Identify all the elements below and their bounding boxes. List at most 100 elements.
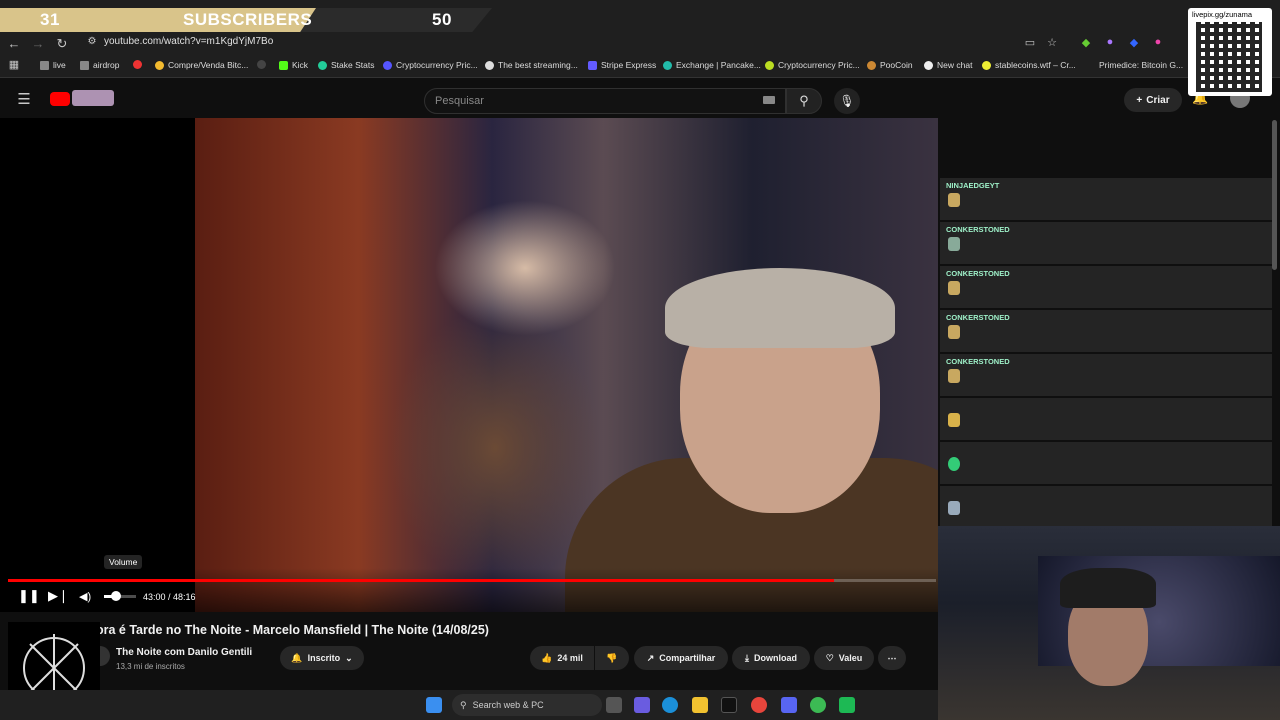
bookmark-item[interactable]: stablecoins.wtf – Cr...: [982, 60, 1076, 70]
chat-username: CONKERSTONED: [946, 313, 1010, 322]
bookmark-item[interactable]: Stake Stats: [318, 60, 374, 70]
chat-username: CONKERSTONED: [946, 225, 1010, 234]
extension-icon[interactable]: ◆: [1078, 36, 1094, 49]
reload-icon[interactable]: ↻: [54, 36, 70, 52]
create-label: Criar: [1146, 94, 1170, 106]
browser-toolbar: ← → ↻ ⚙ youtube.com/watch?v=m1KgdYjM7Bo …: [0, 32, 1280, 54]
search-icon: ⚲: [460, 699, 467, 710]
thanks-button[interactable]: ♡ Valeu: [814, 646, 874, 670]
create-button[interactable]: + Criar: [1124, 88, 1182, 112]
bookmark-item[interactable]: Stripe Express: [588, 60, 656, 70]
forward-icon[interactable]: →: [30, 36, 46, 51]
qr-label: livepix.gg/zunama: [1192, 10, 1253, 19]
menu-icon[interactable]: ☰: [16, 90, 32, 108]
edge-icon[interactable]: [662, 697, 678, 713]
subscribed-label: Inscrito: [307, 653, 341, 663]
extension-icon[interactable]: ●: [1150, 36, 1166, 48]
video-player[interactable]: ❚❚ ▶❘ ◀) 43:00 / 48:16 Volume: [0, 118, 938, 612]
bookmark-item[interactable]: New chat: [924, 60, 972, 70]
time-display: 43:00 / 48:16: [143, 592, 196, 602]
channel-name[interactable]: The Noite com Danilo Gentili: [116, 647, 252, 658]
emote-icon: [948, 501, 960, 515]
youtube-logo-icon[interactable]: [50, 92, 70, 106]
qr-code-icon: [1196, 22, 1262, 92]
chat-message: [940, 398, 1272, 440]
file-explorer-icon[interactable]: [692, 697, 708, 713]
more-actions-button[interactable]: ⋯: [878, 646, 906, 670]
subscribed-button[interactable]: 🔔 Inscrito ⌄: [280, 646, 364, 670]
player-controls: [0, 568, 938, 612]
discord-icon[interactable]: [781, 697, 797, 713]
download-icon: ⤓: [745, 652, 749, 663]
taskbar-search[interactable]: ⚲ Search web & PC: [452, 694, 602, 716]
volume-handle[interactable]: [111, 591, 121, 601]
chat-message: [940, 486, 1272, 528]
search-placeholder: Pesquisar: [435, 95, 484, 107]
next-icon[interactable]: ▶❘: [48, 588, 69, 604]
taskbar: ⚲ Search web & PC: [0, 690, 938, 720]
chevron-down-icon: ⌄: [345, 652, 353, 663]
app-icon[interactable]: [839, 697, 855, 713]
extension-icon[interactable]: ●: [1102, 36, 1118, 48]
progress-bar[interactable]: [8, 579, 936, 582]
search-button[interactable]: ⚲: [786, 88, 822, 114]
heart-icon: ♡: [825, 652, 834, 663]
search-input[interactable]: Pesquisar: [424, 88, 786, 114]
bookmark-item[interactable]: Exchange | Pancake...: [663, 60, 761, 70]
thanks-label: Valeu: [838, 653, 863, 663]
chat-username: NINJAEDGEYT: [946, 181, 1000, 190]
emote-icon: [948, 281, 960, 295]
emote-icon: [948, 237, 960, 251]
chat-message: NINJAEDGEYT: [940, 178, 1272, 220]
chat-message: CONKERSTONED: [940, 266, 1272, 308]
doodle-icon[interactable]: [72, 90, 114, 106]
bookmark-item[interactable]: Cryptocurrency Pric...: [383, 60, 478, 70]
volume-icon[interactable]: ◀): [79, 590, 91, 603]
tiktok-icon[interactable]: [721, 697, 737, 713]
chat-username: CONKERSTONED: [946, 269, 1010, 278]
goal-label: SUBSCRIBERS: [183, 10, 313, 29]
cast-icon[interactable]: ▭: [1022, 36, 1038, 49]
site-info-icon[interactable]: ⚙: [84, 36, 100, 47]
subscriber-count: 13,3 mi de inscritos: [116, 662, 185, 671]
bookmark-item[interactable]: Kick: [279, 60, 308, 70]
bookmark-item[interactable]: The best streaming...: [485, 60, 578, 70]
bookmark-item[interactable]: Cryptocurrency Pric...: [765, 60, 860, 70]
task-view-icon[interactable]: [606, 697, 622, 713]
dislike-button[interactable]: 👎: [595, 646, 629, 670]
chat-message: CONKERSTONED: [940, 222, 1272, 264]
bookmark-item[interactable]: live: [40, 60, 66, 70]
copilot-icon[interactable]: [634, 697, 650, 713]
share-button[interactable]: ↗ Compartilhar: [634, 646, 728, 670]
extension-icon[interactable]: ◆: [1126, 36, 1142, 49]
download-button[interactable]: ⤓ Download: [732, 646, 810, 670]
address-bar[interactable]: youtube.com/watch?v=m1KgdYjM7Bo: [104, 36, 273, 47]
pause-icon[interactable]: ❚❚: [18, 588, 40, 604]
emote-icon: [948, 325, 960, 339]
video-info: ora é Tarde no The Noite - Marcelo Mansf…: [0, 612, 938, 690]
apps-grid-icon[interactable]: ▦: [6, 58, 22, 71]
mic-button[interactable]: 🎙: [834, 88, 860, 114]
subscriber-goal-bar: 31 SUBSCRIBERS 50: [0, 0, 500, 32]
video-frame: [195, 118, 938, 612]
bookmark-item[interactable]: airdrop: [80, 60, 119, 70]
more-icon: ⋯: [887, 652, 897, 663]
back-icon[interactable]: ←: [6, 36, 22, 51]
bookmark-item[interactable]: [257, 60, 266, 69]
like-button[interactable]: 👍 24 mil: [530, 646, 594, 670]
search-icon: ⚲: [799, 93, 809, 108]
bookmark-star-icon[interactable]: ☆: [1044, 36, 1060, 49]
share-icon: ↗: [646, 652, 655, 663]
bookmark-item[interactable]: PooCoin: [867, 60, 913, 70]
chrome-icon[interactable]: [810, 697, 826, 713]
chrome-icon[interactable]: [751, 697, 767, 713]
page-scrollbar[interactable]: [1272, 120, 1277, 270]
share-label: Compartilhar: [659, 653, 716, 663]
bookmark-item[interactable]: [133, 60, 142, 69]
keyboard-icon[interactable]: [763, 96, 775, 104]
streamer-cap: [1060, 568, 1156, 608]
bookmark-item[interactable]: Primedice: Bitcoin G...: [1099, 60, 1183, 70]
progress-played: [8, 579, 834, 582]
bookmark-item[interactable]: Compre/Venda Bitc...: [155, 60, 248, 70]
windows-start-icon[interactable]: [426, 697, 442, 713]
